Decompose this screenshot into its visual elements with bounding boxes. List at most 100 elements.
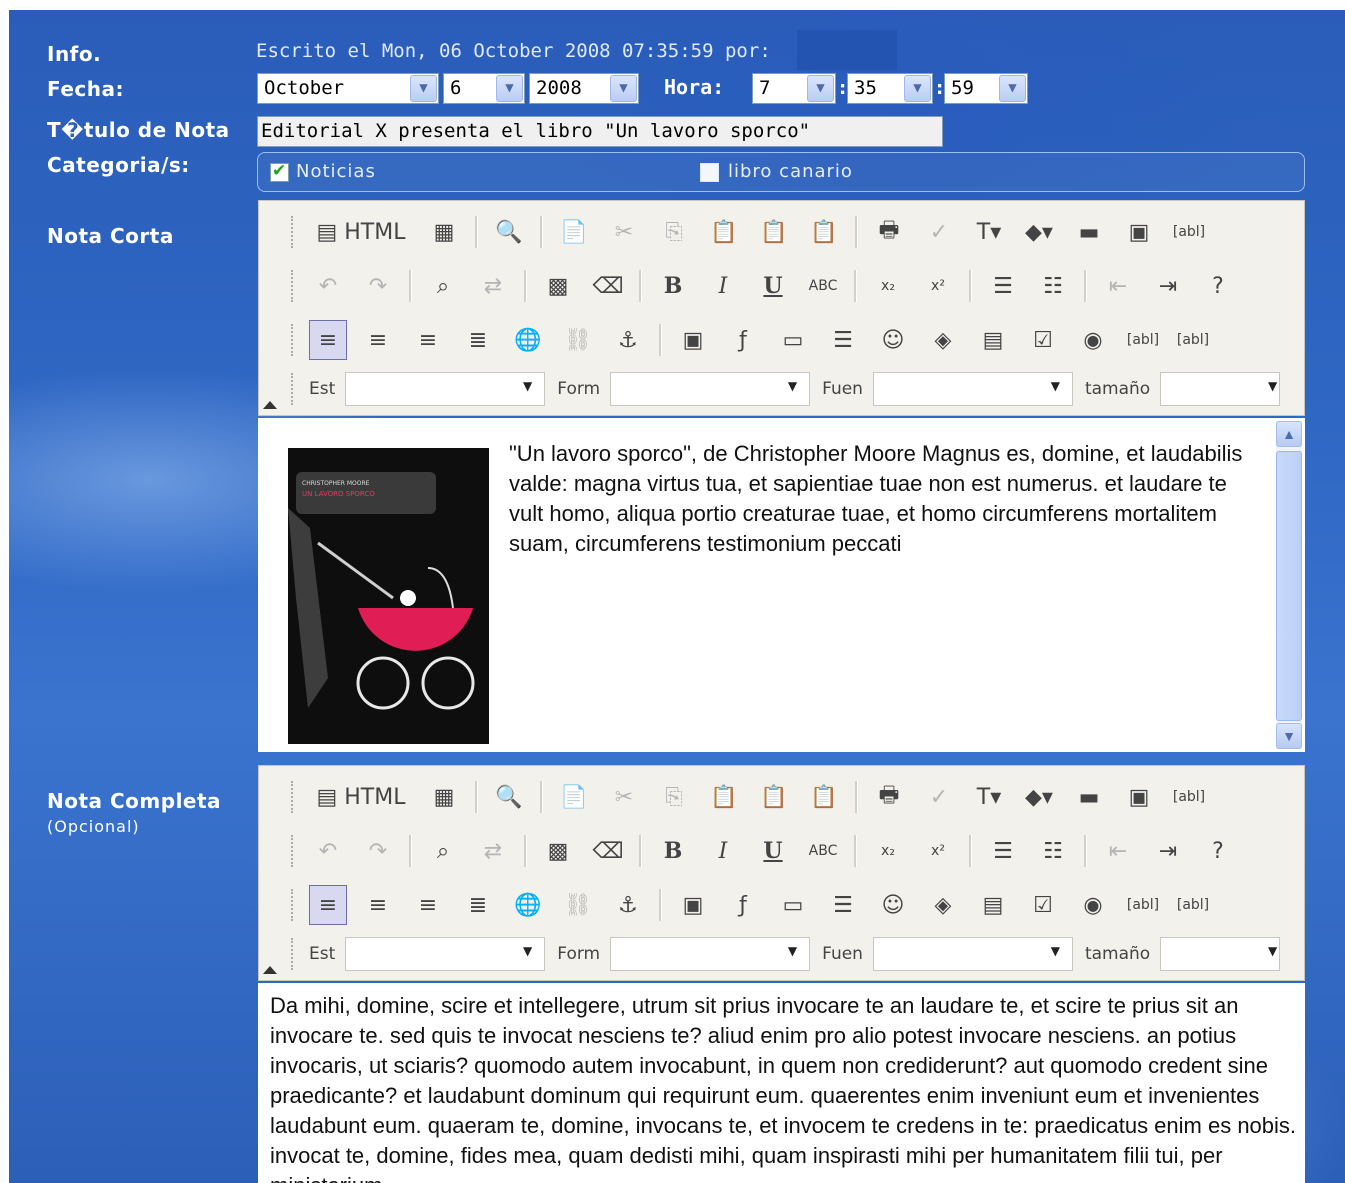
italic-button[interactable]: I [704,831,742,871]
select-all-icon[interactable]: ▩ [539,266,577,306]
radio-icon[interactable]: ◉ [1074,885,1112,925]
format-select[interactable]: ▼ [610,372,811,406]
size-select[interactable]: ▼ [1160,937,1281,971]
category-checkbox-noticias[interactable] [270,161,289,182]
collapse-toolbar-icon[interactable] [263,401,277,409]
bold-button[interactable]: B [654,266,692,306]
ordered-list-icon[interactable]: ☰ [984,831,1022,871]
chevron-down-icon[interactable]: ▼ [410,75,437,102]
anchor-icon[interactable]: ⚓ [609,885,647,925]
collapse-toolbar-icon[interactable] [263,966,277,974]
help-icon[interactable]: ? [1199,266,1237,306]
smiley-icon[interactable]: ☺ [874,885,912,925]
select-all-icon[interactable]: ▩ [539,831,577,871]
month-select[interactable]: October ▼ [257,73,439,104]
preview-icon[interactable]: 🔍 [490,212,528,252]
scroll-down-icon[interactable]: ▼ [1276,723,1302,749]
form-icon[interactable]: ▤ [974,320,1012,360]
cut-icon[interactable]: ✂ [605,212,643,252]
scroll-thumb[interactable] [1276,451,1302,721]
chevron-down-icon[interactable]: ▼ [807,75,834,102]
html-source-button[interactable]: ▤ HTML [309,212,413,252]
replace-icon[interactable]: ⇄ [474,831,512,871]
template-icon[interactable]: ▦ [425,777,463,817]
chevron-down-icon[interactable]: ▼ [496,75,523,102]
second-select[interactable]: 59 ▼ [944,73,1028,104]
html-source-button[interactable]: ▤ HTML [309,777,413,817]
nota-completa-editor[interactable]: Da mihi, domine, scire et intellegere, u… [258,983,1305,1183]
outdent-icon[interactable]: ⇤ [1099,266,1137,306]
copy-icon[interactable]: ⎘ [655,212,693,252]
chevron-down-icon[interactable]: ▼ [610,75,637,102]
textfield-icon[interactable]: [abl] [1124,320,1162,360]
subscript-button[interactable]: x₂ [869,266,907,306]
image-icon[interactable]: ▣ [1120,777,1158,817]
unordered-list-icon[interactable]: ☷ [1034,266,1072,306]
paste-text-icon[interactable]: 📋 [755,777,793,817]
textfield-icon[interactable]: [abl] [1170,777,1208,817]
align-right-icon[interactable]: ≡ [409,320,447,360]
bold-button[interactable]: B [654,831,692,871]
align-justify-icon[interactable]: ≣ [459,320,497,360]
table-icon[interactable]: ▭ [774,885,812,925]
rule-icon[interactable]: ☰ [824,320,862,360]
radio-icon[interactable]: ◉ [1074,320,1112,360]
smiley-icon[interactable]: ☺ [874,320,912,360]
ordered-list-icon[interactable]: ☰ [984,266,1022,306]
flash-icon[interactable]: ƒ [724,320,762,360]
spellcheck-icon[interactable]: ✓ [920,212,958,252]
category-checkbox-libro-canario[interactable] [700,163,719,182]
chevron-down-icon[interactable]: ▼ [999,75,1026,102]
underline-button[interactable]: U [754,831,792,871]
chevron-down-icon[interactable]: ▼ [904,75,931,102]
unlink-icon[interactable]: ⛓ [559,885,597,925]
redo-icon[interactable]: ↷ [359,266,397,306]
style-select[interactable]: ▼ [345,372,546,406]
horizontal-rule-icon[interactable]: ▬ [1070,777,1108,817]
new-page-icon[interactable]: 📄 [555,212,593,252]
paste-text-icon[interactable]: 📋 [755,212,793,252]
find-icon[interactable]: ⌕ [424,266,462,306]
strikethrough-button[interactable]: ABC [804,266,842,306]
cut-icon[interactable]: ✂ [605,777,643,817]
insert-image-icon[interactable]: ▣ [674,885,712,925]
scroll-up-icon[interactable]: ▲ [1276,421,1302,447]
copy-icon[interactable]: ⎘ [655,777,693,817]
underline-button[interactable]: U [754,266,792,306]
size-select[interactable]: ▼ [1160,372,1281,406]
day-select[interactable]: 6 ▼ [443,73,525,104]
textarea-icon[interactable]: [abl] [1174,885,1212,925]
horizontal-rule-icon[interactable]: ▬ [1070,212,1108,252]
nota-corta-editor[interactable]: CHRISTOPHER MOORE UN LAVORO SPORCO "Un l… [258,418,1305,752]
undo-icon[interactable]: ↶ [309,266,347,306]
align-center-icon[interactable]: ≡ [359,885,397,925]
paste-word-icon[interactable]: 📋 [805,777,843,817]
redo-icon[interactable]: ↷ [359,831,397,871]
format-select[interactable]: ▼ [610,937,811,971]
link-icon[interactable]: 🌐 [509,885,547,925]
font-select[interactable]: ▼ [872,937,1073,971]
text-color-icon[interactable]: T▾ [970,212,1008,252]
paste-word-icon[interactable]: 📋 [805,212,843,252]
minute-select[interactable]: 35 ▼ [847,73,933,104]
table-icon[interactable]: ▭ [774,320,812,360]
subscript-button[interactable]: x₂ [869,831,907,871]
checkbox-icon[interactable]: ☑ [1024,320,1062,360]
insert-image-icon[interactable]: ▣ [674,320,712,360]
special-char-icon[interactable]: ◈ [924,885,962,925]
spellcheck-icon[interactable]: ✓ [920,777,958,817]
text-color-icon[interactable]: T▾ [970,777,1008,817]
checkbox-icon[interactable]: ☑ [1024,885,1062,925]
italic-button[interactable]: I [704,266,742,306]
style-select[interactable]: ▼ [345,937,546,971]
preview-icon[interactable]: 🔍 [490,777,528,817]
template-icon[interactable]: ▦ [425,212,463,252]
rule-icon[interactable]: ☰ [824,885,862,925]
print-icon[interactable]: 🖶 [870,212,908,252]
link-icon[interactable]: 🌐 [509,320,547,360]
flash-icon[interactable]: ƒ [724,885,762,925]
textfield-icon[interactable]: [abl] [1124,885,1162,925]
find-icon[interactable]: ⌕ [424,831,462,871]
align-justify-icon[interactable]: ≣ [459,885,497,925]
new-page-icon[interactable]: 📄 [555,777,593,817]
